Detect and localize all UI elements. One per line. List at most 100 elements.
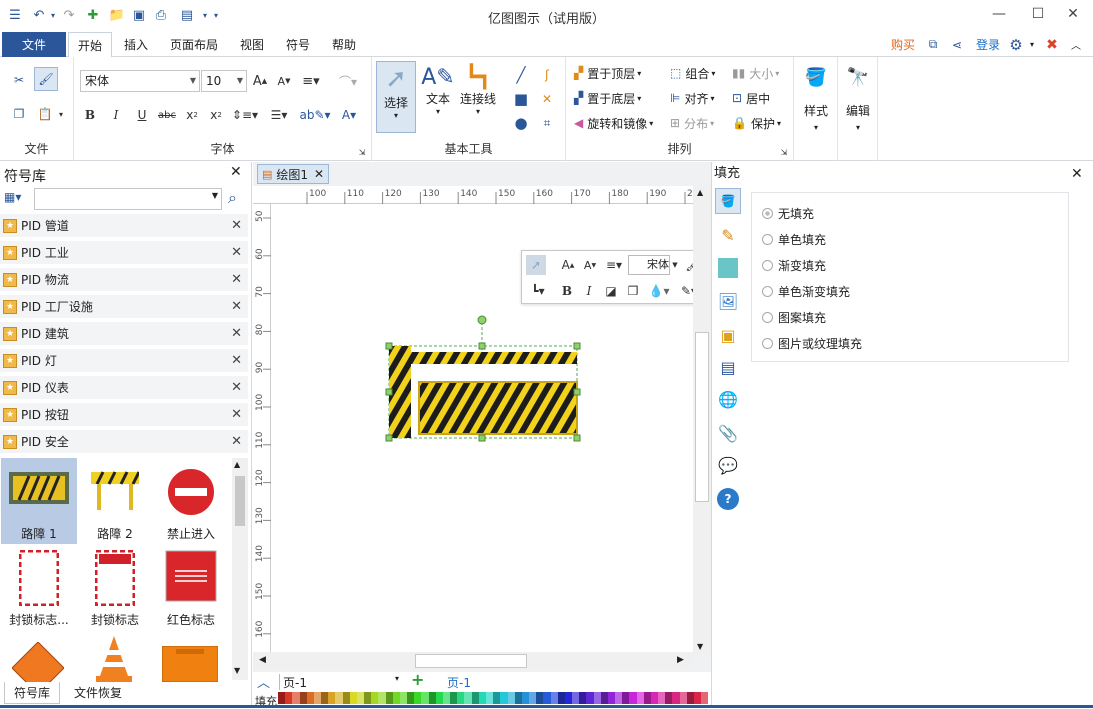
bold-icon[interactable]: B (80, 104, 100, 126)
connector-tool-button[interactable]: ┗┓ 连接线 ▾ (458, 61, 498, 116)
library-menu-icon[interactable]: ▦▾ (4, 190, 30, 208)
color-swatch[interactable] (321, 692, 329, 704)
color-swatch[interactable] (643, 692, 651, 704)
color-swatch[interactable] (572, 692, 580, 704)
mini-select-icon[interactable]: ➚ (526, 255, 546, 275)
fill-option-pattern[interactable]: 图案填充 (762, 309, 826, 326)
text-highlight-icon[interactable]: ab✎▾ (298, 104, 332, 126)
color-swatch[interactable] (485, 692, 494, 704)
color-swatch[interactable] (385, 692, 393, 704)
tab-start[interactable]: 开始 (68, 32, 112, 58)
mini-bold-icon[interactable]: B (558, 281, 576, 301)
comment-icon[interactable]: 💬 (715, 452, 741, 478)
color-swatch[interactable] (313, 692, 322, 704)
center-button[interactable]: ⊡ 居中 (732, 88, 770, 108)
superscript-icon[interactable]: x2 (206, 104, 226, 126)
layer-tool-icon[interactable]: ▣ (715, 322, 741, 348)
color-swatch[interactable] (636, 692, 644, 704)
color-swatch[interactable] (586, 692, 594, 704)
color-swatch[interactable] (607, 692, 616, 704)
color-swatch[interactable] (493, 692, 501, 704)
scroll-up-icon[interactable]: ▲ (697, 188, 703, 197)
library-item[interactable]: ★ PID 按钮 ✕ (0, 403, 248, 427)
scroll-right-icon[interactable]: ▶ (677, 655, 684, 665)
hyperlink-icon[interactable]: 🌐 (715, 386, 741, 412)
fill-option-solid-gradient[interactable]: 单色渐变填充 (762, 283, 850, 300)
color-swatch[interactable] (521, 692, 530, 704)
color-swatch[interactable] (285, 692, 293, 704)
arrange-dialog-launcher-icon[interactable]: ⇲ (779, 147, 789, 157)
paste-icon[interactable]: 📋 (34, 103, 56, 125)
scroll-down-icon[interactable]: ▼ (234, 666, 240, 675)
share-window-icon[interactable]: ⧉ (922, 32, 944, 57)
line-tool-icon[interactable]: ╱ (510, 65, 532, 85)
rotation-handle[interactable] (477, 315, 487, 325)
traffic-cone-thumbnail[interactable] (96, 636, 132, 682)
rectangle-tool-icon[interactable]: ■ (510, 89, 532, 109)
color-swatch[interactable] (536, 692, 544, 704)
color-swatch[interactable] (650, 692, 659, 704)
symbol-no-entry[interactable]: 禁止进入 (153, 458, 229, 544)
color-swatch[interactable] (701, 692, 709, 704)
color-swatch[interactable] (371, 692, 379, 704)
cut-icon[interactable]: ✂ (8, 69, 30, 91)
library-scroll-thumb[interactable] (235, 476, 245, 526)
color-swatch[interactable] (299, 692, 307, 704)
close-icon[interactable]: ✕ (231, 407, 242, 422)
font-name-select[interactable]: 宋体 ▼ (80, 70, 200, 92)
page-tab[interactable]: 页-1 (447, 674, 471, 691)
color-swatch[interactable] (349, 692, 357, 704)
color-swatch[interactable] (292, 692, 300, 704)
color-swatch[interactable] (629, 692, 637, 704)
canvas-horizontal-thumb[interactable] (415, 654, 527, 668)
search-icon[interactable]: ⌕ (228, 188, 237, 208)
image-tool-icon[interactable]: 🖼 (715, 288, 741, 314)
symbol-red-sign[interactable]: 红色标志 (153, 544, 229, 630)
tab-view[interactable]: 视图 (234, 32, 270, 57)
canvas-horizontal-scrollbar[interactable]: ◀ ▶ (253, 652, 693, 670)
text-effect-icon[interactable]: ⌒▾ (332, 70, 364, 92)
fill-option-none[interactable]: 无填充 (762, 205, 814, 222)
color-swatch[interactable] (693, 692, 702, 704)
color-swatch[interactable] (615, 692, 623, 704)
color-swatch[interactable] (442, 692, 451, 704)
text-tool-button[interactable]: A✎ 文本 ▾ (418, 61, 458, 116)
edit-button[interactable]: 🔭 编辑 ▾ (838, 61, 878, 132)
color-swatch[interactable] (514, 692, 522, 704)
color-swatch[interactable] (306, 692, 314, 704)
color-swatch[interactable] (679, 692, 687, 704)
color-swatch[interactable] (593, 692, 601, 704)
color-swatch[interactable] (529, 692, 537, 704)
format-painter-icon[interactable]: 🖌 (34, 67, 58, 91)
chevron-down-icon[interactable]: ▼ (670, 255, 680, 275)
close-icon[interactable]: ✕ (231, 326, 242, 341)
color-swatch[interactable] (335, 692, 343, 704)
color-swatch[interactable] (399, 692, 408, 704)
close-library-icon[interactable]: ✕ (230, 164, 242, 180)
collapse-ribbon-icon[interactable]: ︿ (1066, 32, 1086, 57)
align-button[interactable]: ⊫ 对齐 ▾ (670, 88, 714, 108)
library-item[interactable]: ★ PID 管道 ✕ (0, 214, 248, 238)
color-swatch[interactable] (392, 692, 400, 704)
color-swatch[interactable] (356, 692, 365, 704)
close-icon[interactable]: ✕ (231, 353, 242, 368)
copy-icon[interactable]: ❐ (8, 103, 30, 125)
tab-page-layout[interactable]: 页面布局 (164, 32, 224, 57)
distribute-button[interactable]: ⊞ 分布 ▾ (670, 113, 714, 133)
color-swatch[interactable] (564, 692, 573, 704)
close-window-icon[interactable]: ✕ (1059, 4, 1087, 24)
color-swatch[interactable] (407, 692, 415, 704)
color-swatch[interactable] (557, 692, 565, 704)
color-swatch[interactable] (428, 692, 436, 704)
paste-dropdown-icon[interactable]: ▾ (56, 103, 66, 125)
close-fill-panel-icon[interactable]: ✕ (1071, 166, 1083, 182)
library-item[interactable]: ★ PID 物流 ✕ (0, 268, 248, 292)
help-icon[interactable]: ? (717, 488, 739, 510)
bring-to-front-button[interactable]: ▞ 置于顶层 ▾ (574, 63, 641, 83)
italic-icon[interactable]: I (106, 104, 126, 126)
color-swatch[interactable] (507, 692, 515, 704)
color-swatch[interactable] (500, 692, 508, 704)
settings-gear-icon[interactable]: ⚙ (1006, 32, 1026, 57)
color-swatch[interactable] (457, 692, 465, 704)
shadow-tool-icon[interactable] (718, 258, 738, 278)
